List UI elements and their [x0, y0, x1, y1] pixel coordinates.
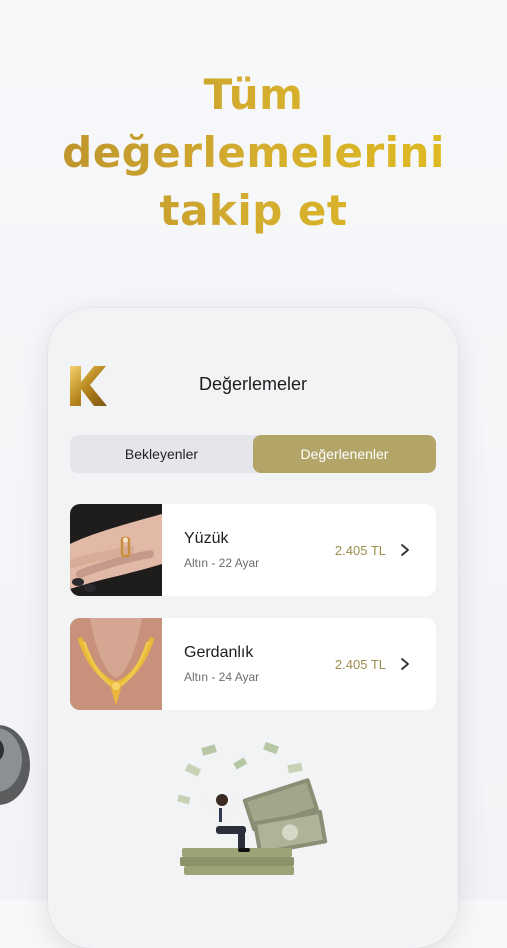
item-detail: Altın - 24 Ayar	[184, 670, 260, 684]
chevron-right-icon	[401, 544, 409, 556]
decorative-device-icon	[0, 725, 30, 805]
tab-bekleyenler[interactable]: Bekleyenler	[70, 435, 253, 473]
ring-photo	[70, 504, 162, 596]
headline: Tüm değerlemelerini takip et	[0, 66, 507, 240]
chevron-right-icon	[401, 658, 409, 670]
item-price: 2.405 TL	[334, 656, 386, 672]
list-item[interactable]: Gerdanlık Altın - 24 Ayar 2.405 TL	[70, 618, 436, 710]
list-item[interactable]: Yüzük Altın - 22 Ayar 2.405 TL	[70, 504, 436, 596]
item-name: Yüzük	[184, 530, 229, 547]
item-detail: Altın - 22 Ayar	[184, 556, 260, 570]
headline-line-2: değerlemelerini	[62, 128, 445, 177]
item-name: Gerdanlık	[184, 644, 254, 661]
item-price: 2.405 TL	[334, 542, 386, 558]
tab-degerlenenler[interactable]: Değerlenenler	[253, 435, 436, 473]
phone-frame: Değerlemeler Bekleyenler Değerlenenler Y…	[48, 308, 458, 948]
screen-title: Değerlemeler	[198, 374, 308, 394]
headline-line-1: Tüm	[203, 70, 304, 119]
necklace-photo	[70, 618, 162, 710]
segmented-tabs: Bekleyenler Değerlenenler	[70, 435, 436, 473]
money-illustration	[177, 741, 328, 875]
headline-line-3: takip et	[159, 186, 348, 235]
